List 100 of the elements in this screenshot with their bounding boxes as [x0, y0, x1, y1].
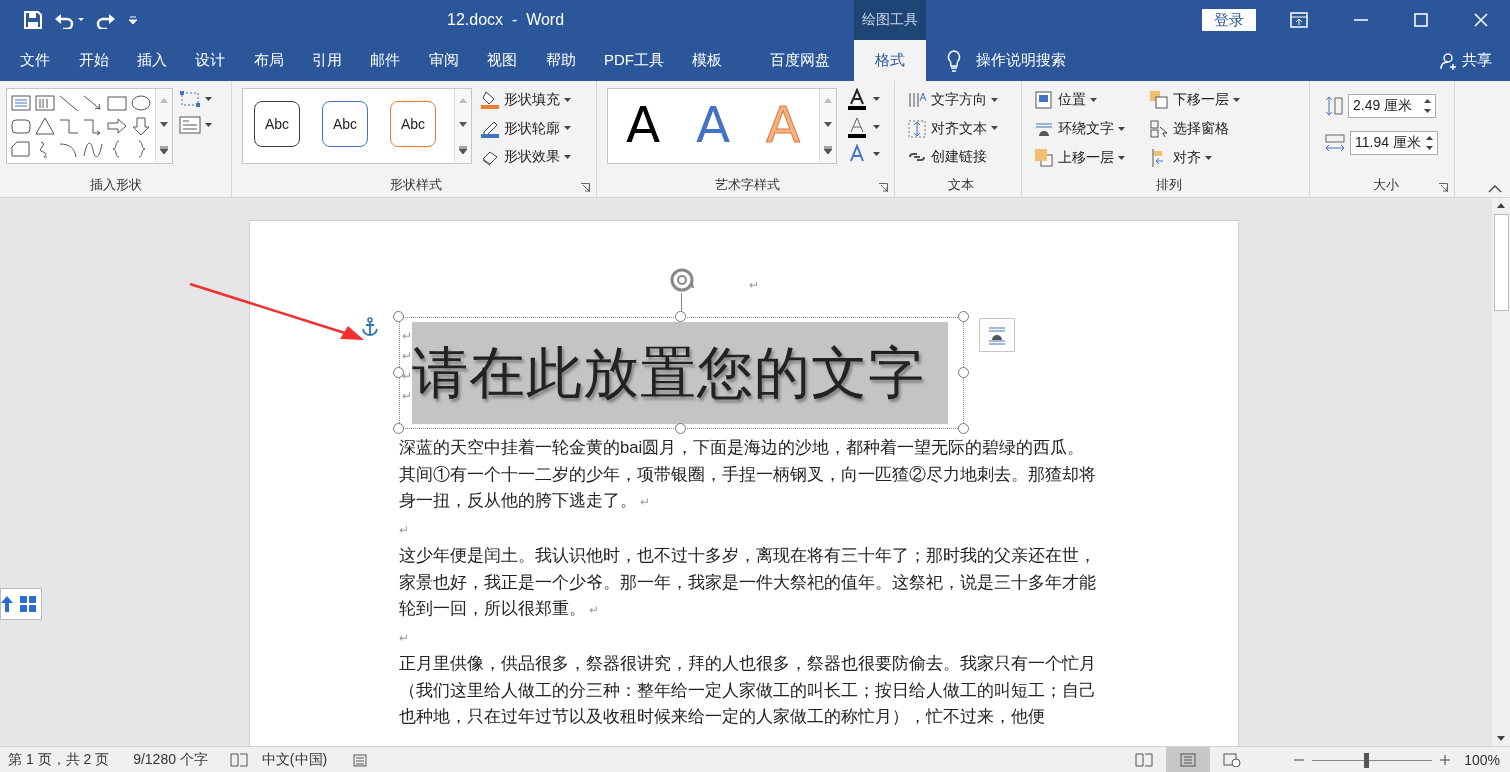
wordart-preset[interactable]: A	[608, 89, 678, 163]
edit-shape-icon[interactable]	[179, 90, 201, 108]
scroll-down-icon[interactable]	[459, 122, 467, 127]
dialog-launcher-icon[interactable]	[581, 183, 590, 192]
proofing-icon[interactable]	[229, 753, 248, 767]
redo-icon[interactable]	[96, 11, 116, 29]
ribbon-tab[interactable]: 开始	[64, 40, 123, 81]
rotate-handle-icon[interactable]	[669, 267, 695, 293]
ribbon-tab[interactable]: 视图	[473, 40, 532, 81]
login-button[interactable]: 登录	[1202, 9, 1256, 31]
caret-icon[interactable]	[1118, 155, 1125, 161]
shape-effects-button[interactable]: 形状效果	[480, 145, 571, 169]
ribbon-tab[interactable]: 插入	[122, 40, 182, 81]
text-fill-icon[interactable]	[847, 88, 867, 110]
create-link-button[interactable]: 创建链接	[907, 145, 1015, 169]
resize-handle[interactable]	[393, 423, 404, 434]
upload-icon[interactable]	[1, 595, 13, 613]
collapse-ribbon-icon[interactable]	[1488, 185, 1502, 193]
shape-icon[interactable]	[33, 115, 57, 137]
caret-icon[interactable]	[873, 96, 880, 102]
ribbon-tab[interactable]: 布局	[239, 40, 298, 81]
caret-icon[interactable]	[205, 122, 212, 128]
shape-style-preset[interactable]: Abc	[322, 101, 368, 147]
caret-icon[interactable]	[1233, 97, 1240, 103]
resize-handle[interactable]	[958, 423, 969, 434]
ribbon-tab[interactable]: 格式	[854, 40, 926, 81]
resize-handle[interactable]	[675, 423, 686, 434]
close-icon[interactable]	[1474, 13, 1488, 27]
ribbon-tab[interactable]: 帮助	[531, 40, 590, 81]
position-button[interactable]: 位置	[1034, 88, 1149, 112]
dialog-launcher-icon[interactable]	[879, 183, 888, 192]
shape-icon[interactable]	[129, 92, 153, 114]
ribbon-tab[interactable]: 引用	[297, 40, 357, 81]
caret-icon[interactable]	[1090, 97, 1097, 103]
text-direction-button[interactable]: 文字方向	[907, 88, 1015, 112]
scrollbar-thumb[interactable]	[1493, 214, 1509, 311]
tell-me-search[interactable]: 操作说明搜索	[976, 51, 1066, 70]
more-icon[interactable]	[459, 145, 467, 154]
resize-handle[interactable]	[958, 311, 969, 322]
wrap-text-button[interactable]: 环绕文字	[1034, 117, 1149, 141]
caret-icon[interactable]	[564, 126, 571, 131]
share-button[interactable]: 共享	[1434, 40, 1498, 81]
selection-pane-button[interactable]: 选择窗格	[1149, 117, 1299, 141]
align-button[interactable]: 对齐	[1149, 146, 1299, 170]
scroll-down-icon[interactable]	[160, 122, 168, 127]
send-backward-button[interactable]: 下移一层	[1149, 88, 1299, 112]
caret-icon[interactable]	[873, 124, 880, 130]
ribbon-tab[interactable]: 审阅	[414, 40, 473, 81]
zoom-level[interactable]: 100%	[1464, 752, 1500, 768]
maximize-icon[interactable]	[1414, 13, 1428, 27]
ribbon-tab[interactable]: 邮件	[356, 40, 415, 81]
vertical-scrollbar[interactable]	[1492, 198, 1510, 746]
resize-handle[interactable]	[675, 311, 686, 322]
empty-paragraph: ↵	[399, 629, 410, 647]
caret-icon[interactable]	[991, 126, 998, 131]
print-layout-button[interactable]	[1166, 747, 1211, 772]
save-icon[interactable]	[24, 11, 42, 29]
align-text-button[interactable]: 对齐文本	[907, 116, 1015, 141]
caret-icon[interactable]	[564, 97, 571, 103]
dialog-launcher-icon[interactable]	[1439, 183, 1448, 192]
shape-fill-button[interactable]: 形状填充	[480, 88, 571, 112]
view-icon	[1223, 753, 1242, 767]
ribbon-display-icon[interactable]	[1290, 12, 1308, 28]
caret-icon[interactable]	[205, 96, 212, 102]
undo-icon[interactable]	[54, 11, 84, 29]
caret-icon[interactable]	[1205, 155, 1212, 161]
more-icon[interactable]	[824, 145, 832, 154]
bring-forward-button[interactable]: 上移一层	[1034, 146, 1149, 170]
spinner-icon[interactable]	[1426, 135, 1433, 151]
ribbon-tab[interactable]: PDF工具	[589, 40, 679, 81]
spinner-icon[interactable]	[1424, 98, 1431, 114]
text-outline-icon[interactable]	[847, 116, 867, 138]
width-field[interactable]: 11.94 厘米	[1350, 131, 1438, 155]
lightbulb-icon[interactable]	[946, 49, 962, 72]
shape-style-preset[interactable]: Abc	[390, 101, 436, 147]
caret-icon[interactable]	[564, 154, 571, 160]
resize-handle[interactable]	[393, 367, 404, 378]
customize-icon[interactable]	[128, 15, 138, 25]
grid-icon[interactable]	[19, 595, 37, 613]
word-count[interactable]: 9/1280 个字	[133, 751, 208, 769]
ribbon-tab[interactable]: 设计	[181, 40, 240, 81]
shape-style-preset[interactable]: Abc	[254, 101, 300, 147]
ribbon-tab[interactable]: 文件	[6, 40, 65, 81]
more-icon[interactable]	[160, 145, 168, 154]
zoom-in-icon[interactable]	[1440, 755, 1451, 765]
scroll-down-icon[interactable]	[824, 122, 832, 127]
page-count[interactable]: 第 1 页，共 2 页	[8, 751, 110, 769]
shape-icon[interactable]	[105, 115, 129, 137]
ribbon-tab[interactable]: 百度网盘	[755, 40, 844, 81]
ribbon-tab[interactable]: 模板	[678, 40, 737, 81]
text-effects-icon[interactable]	[847, 144, 867, 164]
caret-icon[interactable]	[873, 151, 880, 157]
language[interactable]: 中文(中国)	[261, 751, 328, 769]
caret-icon[interactable]	[1118, 126, 1125, 132]
caret-icon[interactable]	[991, 97, 998, 103]
height-field[interactable]: 2.49 厘米	[1348, 94, 1436, 118]
resize-handle[interactable]	[393, 311, 404, 322]
wordart-preset[interactable]: A	[678, 89, 748, 163]
shape-outline-button[interactable]: 形状轮廓	[480, 116, 571, 141]
resize-handle[interactable]	[958, 367, 969, 378]
